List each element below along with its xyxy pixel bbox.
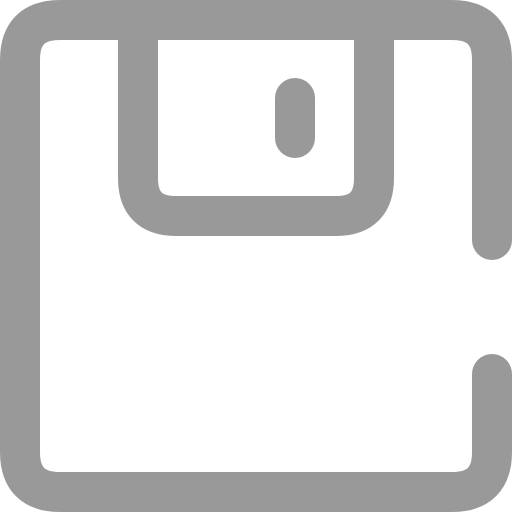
save-icon[interactable] xyxy=(0,0,512,512)
save-icon-container[interactable] xyxy=(0,0,512,512)
floppy-body-outline xyxy=(0,0,512,512)
floppy-shutter-outline xyxy=(118,0,394,236)
